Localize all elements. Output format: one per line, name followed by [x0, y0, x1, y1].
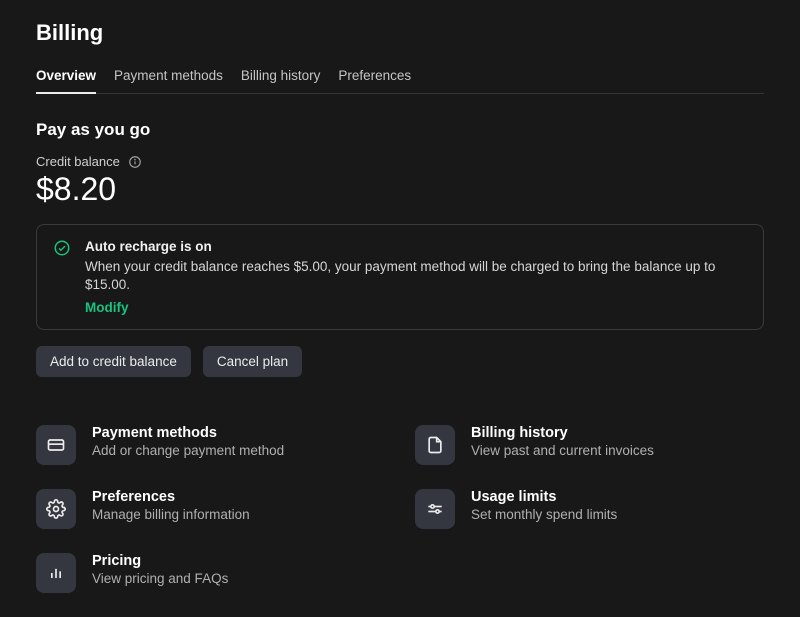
billing-history-card[interactable]: Billing history View past and current in…	[415, 425, 764, 465]
preferences-card[interactable]: Preferences Manage billing information	[36, 489, 385, 529]
usage-limits-card[interactable]: Usage limits Set monthly spend limits	[415, 489, 764, 529]
card-desc: View past and current invoices	[471, 443, 654, 458]
bar-chart-icon	[36, 553, 76, 593]
card-title: Preferences	[92, 489, 250, 505]
card-title: Pricing	[92, 553, 228, 569]
card-title: Billing history	[471, 425, 654, 441]
tab-billing-history[interactable]: Billing history	[241, 64, 321, 93]
card-desc: Set monthly spend limits	[471, 507, 617, 522]
card-title: Usage limits	[471, 489, 617, 505]
gear-icon	[36, 489, 76, 529]
add-to-credit-balance-button[interactable]: Add to credit balance	[36, 346, 191, 377]
billing-tablist: Overview Payment methods Billing history…	[36, 64, 764, 94]
notice-title: Auto recharge is on	[85, 239, 747, 254]
notice-body: When your credit balance reaches $5.00, …	[85, 258, 747, 294]
credit-balance-label: Credit balance	[36, 154, 120, 169]
cancel-plan-button[interactable]: Cancel plan	[203, 346, 302, 377]
payment-methods-card[interactable]: Payment methods Add or change payment me…	[36, 425, 385, 465]
sliders-icon	[415, 489, 455, 529]
credit-card-icon	[36, 425, 76, 465]
tab-overview[interactable]: Overview	[36, 64, 96, 93]
tab-payment-methods[interactable]: Payment methods	[114, 64, 223, 93]
check-circle-icon	[53, 239, 71, 257]
info-icon[interactable]	[128, 155, 142, 169]
document-icon	[415, 425, 455, 465]
card-desc: View pricing and FAQs	[92, 571, 228, 586]
card-desc: Add or change payment method	[92, 443, 284, 458]
section-title: Pay as you go	[36, 120, 764, 140]
credit-balance-amount: $8.20	[36, 171, 764, 208]
card-desc: Manage billing information	[92, 507, 250, 522]
tab-preferences[interactable]: Preferences	[338, 64, 411, 93]
card-title: Payment methods	[92, 425, 284, 441]
modify-link[interactable]: Modify	[85, 300, 747, 315]
auto-recharge-notice: Auto recharge is on When your credit bal…	[36, 224, 764, 330]
pricing-card[interactable]: Pricing View pricing and FAQs	[36, 553, 385, 593]
page-title: Billing	[36, 20, 764, 46]
